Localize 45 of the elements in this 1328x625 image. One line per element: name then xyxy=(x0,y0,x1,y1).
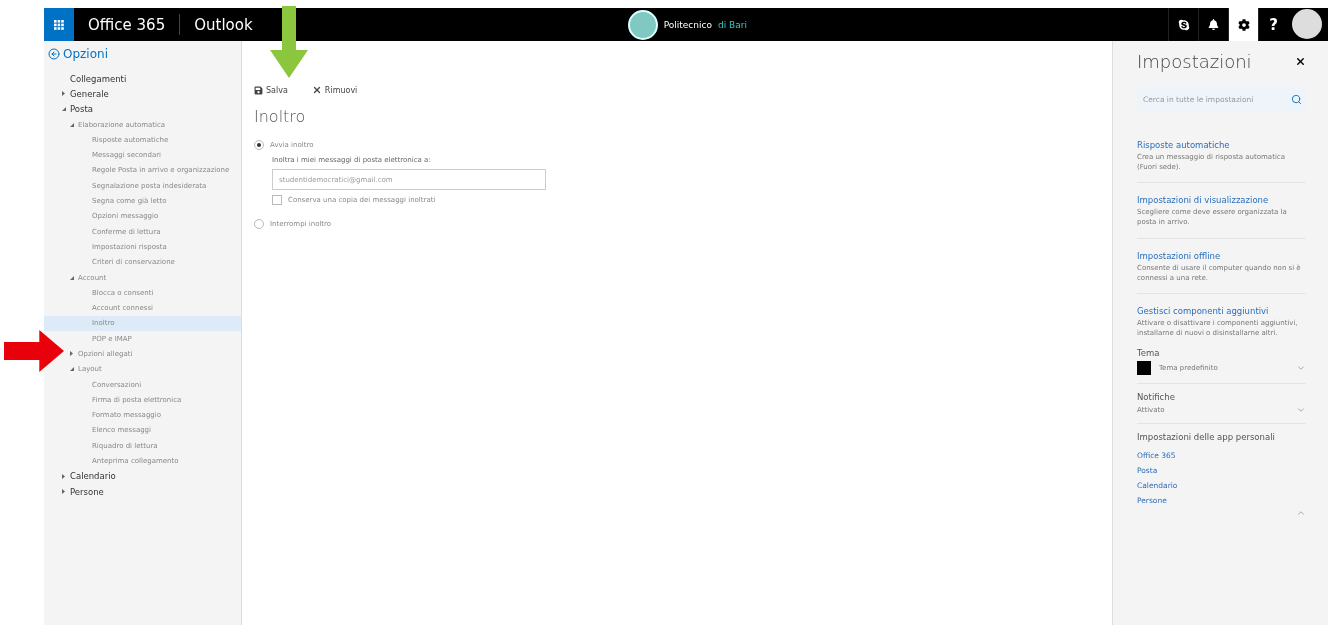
app-title[interactable]: Outlook xyxy=(180,8,267,41)
brand-name: Politecnico xyxy=(663,19,712,30)
brand-suffix: di Bari xyxy=(717,19,747,30)
caret-right-icon xyxy=(62,489,65,495)
panel-title: Impostazioni xyxy=(1137,51,1252,72)
sidebar-item[interactable]: Calendario xyxy=(62,468,241,484)
sidebar-item[interactable]: Persone xyxy=(62,484,241,500)
close-icon xyxy=(311,85,322,95)
settings-link[interactable]: Risposte automatiche xyxy=(1137,140,1306,150)
arrow-down-icon xyxy=(270,6,308,78)
caret-right-icon xyxy=(62,91,65,97)
app-launcher-button[interactable] xyxy=(44,8,74,41)
section-heading: Tema xyxy=(1137,348,1161,359)
search-icon xyxy=(1291,93,1302,105)
close-icon[interactable] xyxy=(1295,56,1306,67)
settings-link[interactable]: Gestisci componenti aggiuntivi xyxy=(1137,305,1306,316)
bell-icon xyxy=(1208,19,1219,30)
caret-right-icon xyxy=(62,473,65,479)
waffle-icon xyxy=(54,19,64,30)
section-heading: Impostazioni delle app personali xyxy=(1137,432,1276,443)
settings-icon xyxy=(1237,18,1250,31)
logo-icon xyxy=(627,9,658,40)
gear-button[interactable] xyxy=(1228,8,1258,41)
caret-down-icon xyxy=(70,122,74,127)
caret-down-icon xyxy=(70,275,74,280)
section-heading: Notifiche xyxy=(1137,392,1176,403)
save-icon xyxy=(254,85,263,95)
skype-icon xyxy=(1177,18,1190,31)
caret-down-icon xyxy=(62,107,66,112)
arrow-right-icon xyxy=(4,330,64,372)
sidebar-item[interactable]: Posta xyxy=(62,101,241,117)
sidebar-item[interactable]: Collegamenti xyxy=(62,71,241,87)
suite-title[interactable]: Office 365 xyxy=(74,8,180,41)
avatar-icon[interactable] xyxy=(1292,9,1322,39)
caret-down-icon xyxy=(70,367,74,372)
checkbox[interactable] xyxy=(272,195,282,205)
settings-link[interactable]: Impostazioni offline xyxy=(1137,250,1306,261)
page-title: Inoltro xyxy=(254,107,307,126)
back-icon xyxy=(48,48,60,60)
save-button[interactable]: Salva xyxy=(254,85,288,95)
caret-right-icon xyxy=(70,351,73,357)
remove-button[interactable]: Rimuovi xyxy=(311,85,358,95)
back-link[interactable]: Opzioni xyxy=(63,47,108,61)
sidebar-item[interactable]: Generale xyxy=(62,86,241,102)
settings-link[interactable]: Impostazioni di visualizzazione xyxy=(1137,195,1306,206)
